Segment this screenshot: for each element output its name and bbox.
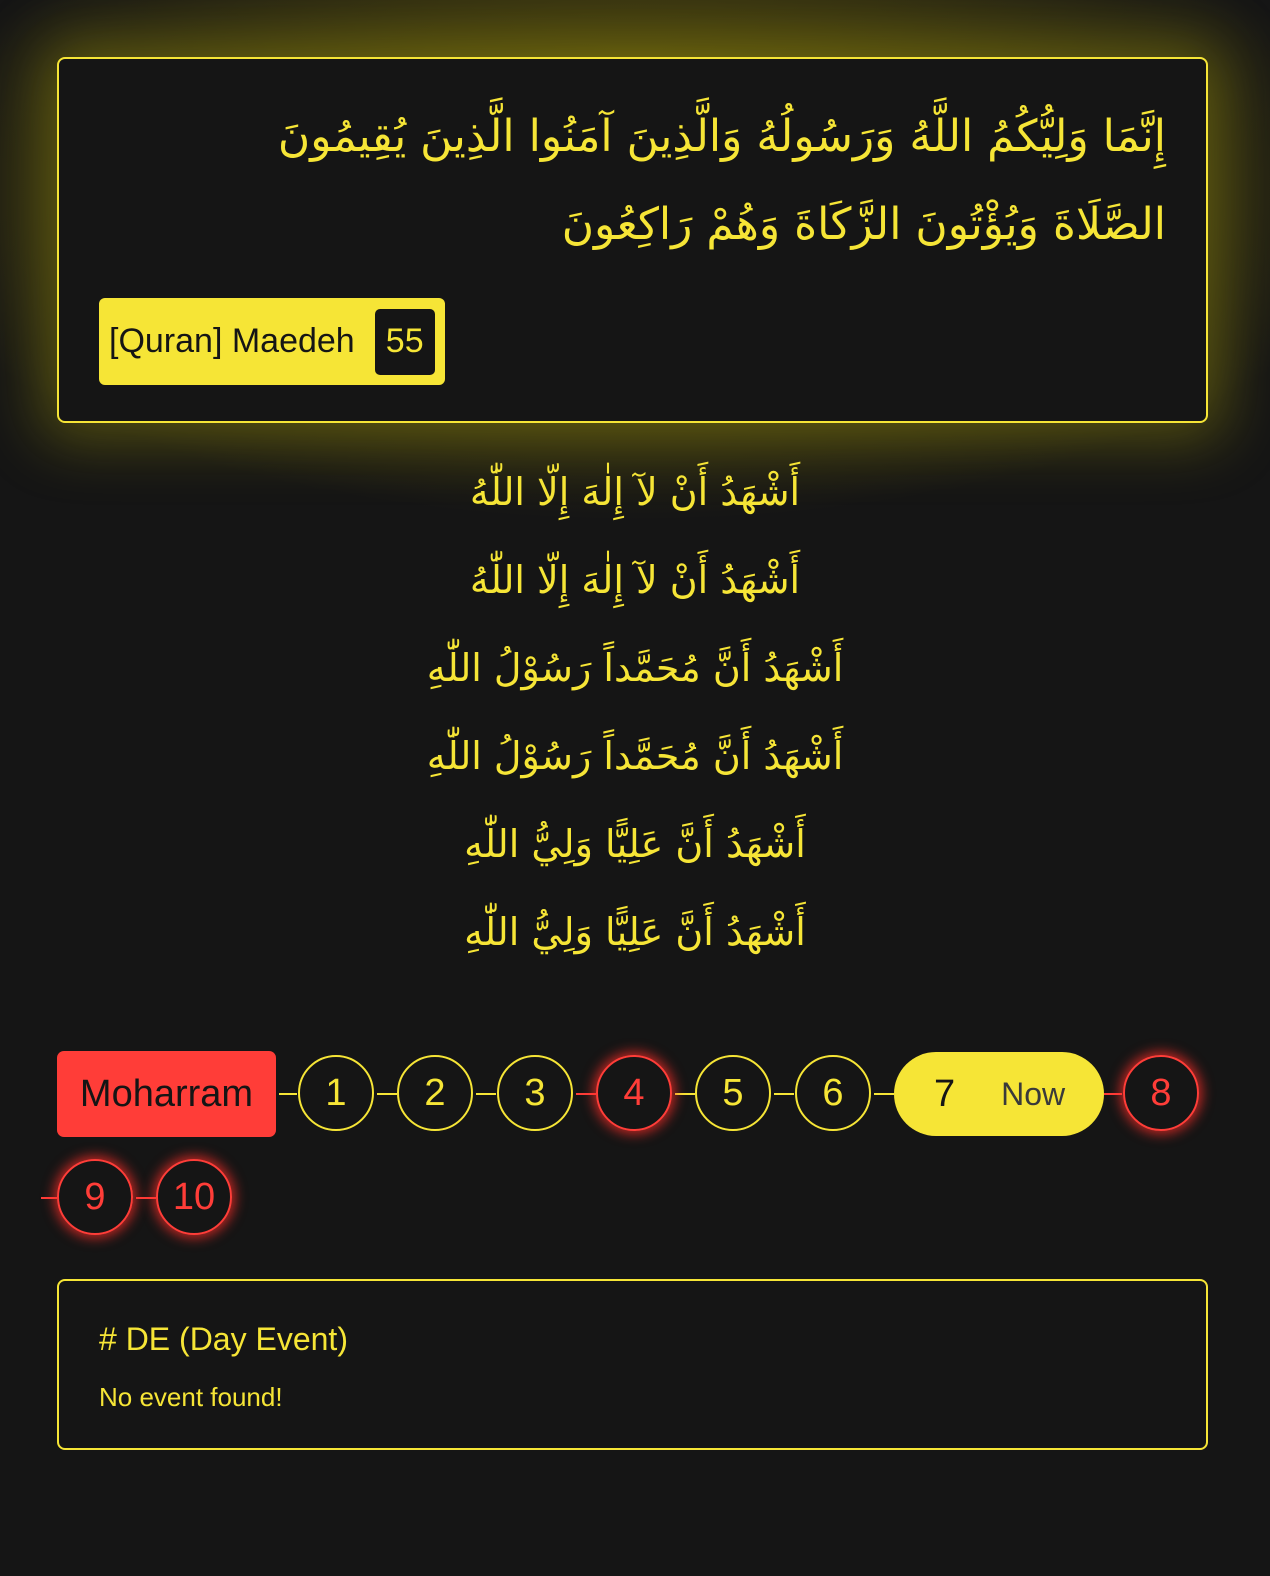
day-connector	[576, 1093, 596, 1095]
day-number: 1	[325, 1071, 347, 1114]
day-8[interactable]: 8	[1123, 1055, 1199, 1131]
day-connector	[377, 1093, 397, 1095]
verse-line: إِنَّمَا وَلِيُّكُمُ اللَّهُ وَرَسُولُهُ…	[277, 111, 1166, 162]
verse-text: إِنَّمَا وَلِيُّكُمُ اللَّهُ وَرَسُولُهُ…	[106, 93, 1166, 269]
day-event-card: # DE (Day Event) No event found!	[57, 1279, 1208, 1450]
day-7-current[interactable]: 7 Now	[894, 1052, 1104, 1136]
day-1[interactable]: 1	[298, 1055, 374, 1131]
verse-card: إِنَّمَا وَلِيُّكُمُ اللَّهُ وَرَسُولُهُ…	[57, 57, 1208, 423]
day-number: 5	[722, 1071, 744, 1114]
day-connector	[874, 1093, 894, 1095]
day-event-empty-message: No event found!	[99, 1382, 283, 1412]
azan-line: أَشْهَدُ أَنَّ عَلِيًّا وَلِيُّ اللّٰهِ	[464, 910, 806, 954]
verse-source-label: [Quran] Maedeh	[109, 322, 355, 360]
day-number: 10	[172, 1175, 216, 1218]
day-event-title: # DE (Day Event)	[99, 1321, 348, 1357]
day-connector	[279, 1093, 297, 1095]
day-2[interactable]: 2	[397, 1055, 473, 1131]
day-number: 9	[84, 1175, 106, 1218]
now-label: Now	[1001, 1075, 1066, 1112]
verse-line: الصَّلَاةَ وَيُؤْتُونَ الزَّكَاةَ وَهُمْ…	[561, 199, 1166, 250]
day-connector	[1104, 1093, 1122, 1095]
verse-source-badge[interactable]: [Quran] Maedeh 55	[99, 298, 445, 385]
day-connector	[675, 1093, 695, 1095]
azan-line: أَشْهَدُ أَنْ لآ إِلٰهَ إِلّا اللّٰهُ	[469, 470, 801, 514]
day-connector	[136, 1197, 156, 1199]
month-label[interactable]: Moharram	[57, 1051, 276, 1137]
day-10[interactable]: 10	[156, 1159, 232, 1235]
azan-line: أَشْهَدُ أَنَّ مُحَمَّداً رَسُوْلُ اللّٰ…	[426, 734, 844, 778]
day-4[interactable]: 4	[596, 1055, 672, 1131]
azan-line: أَشْهَدُ أَنَّ عَلِيًّا وَلِيُّ اللّٰهِ	[464, 822, 806, 866]
day-3[interactable]: 3	[497, 1055, 573, 1131]
day-connector	[774, 1093, 794, 1095]
day-6[interactable]: 6	[795, 1055, 871, 1131]
azan-text: أَشْهَدُ أَنْ لآ إِلٰهَ إِلّا اللّٰهُ أَ…	[0, 448, 1270, 976]
day-number: 6	[822, 1071, 844, 1114]
day-number: 7	[934, 1072, 956, 1115]
day-number: 2	[424, 1071, 446, 1114]
day-connector	[476, 1093, 496, 1095]
day-5[interactable]: 5	[695, 1055, 771, 1131]
day-9[interactable]: 9	[57, 1159, 133, 1235]
verse-number: 55	[374, 308, 435, 375]
day-connector	[41, 1197, 57, 1199]
azan-line: أَشْهَدُ أَنْ لآ إِلٰهَ إِلّا اللّٰهُ	[469, 558, 801, 602]
day-number: 8	[1150, 1071, 1172, 1114]
day-number: 3	[524, 1071, 546, 1114]
day-number: 4	[623, 1071, 645, 1114]
azan-line: أَشْهَدُ أَنَّ مُحَمَّداً رَسُوْلُ اللّٰ…	[426, 646, 844, 690]
